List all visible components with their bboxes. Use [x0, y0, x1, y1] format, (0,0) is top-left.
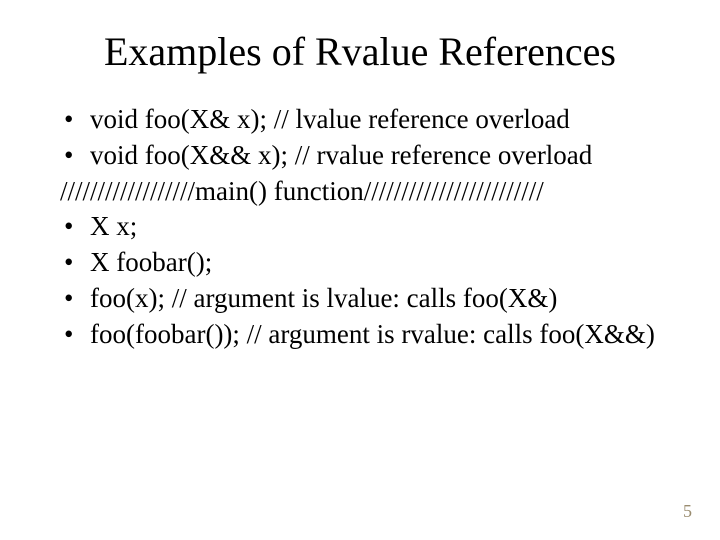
bullet-line: X foobar(); [60, 246, 660, 280]
bullet-line: foo(x); // argument is lvalue: calls foo… [60, 282, 660, 316]
bullet-line: X x; [60, 210, 660, 244]
slide-title: Examples of Rvalue References [60, 28, 660, 75]
bullet-line: void foo(X& x); // lvalue reference over… [60, 103, 660, 137]
bullet-list-top: void foo(X& x); // lvalue reference over… [60, 103, 660, 173]
slide: Examples of Rvalue References void foo(X… [0, 0, 720, 540]
slide-body: void foo(X& x); // lvalue reference over… [60, 103, 660, 351]
bullet-line: foo(foobar()); // argument is rvalue: ca… [60, 318, 660, 352]
bullet-line: void foo(X&& x); // rvalue reference ove… [60, 139, 660, 173]
bullet-list-bottom: X x; X foobar(); foo(x); // argument is … [60, 210, 660, 351]
page-number: 5 [683, 501, 692, 522]
separator-line: //////////////////main() function///////… [60, 175, 660, 209]
